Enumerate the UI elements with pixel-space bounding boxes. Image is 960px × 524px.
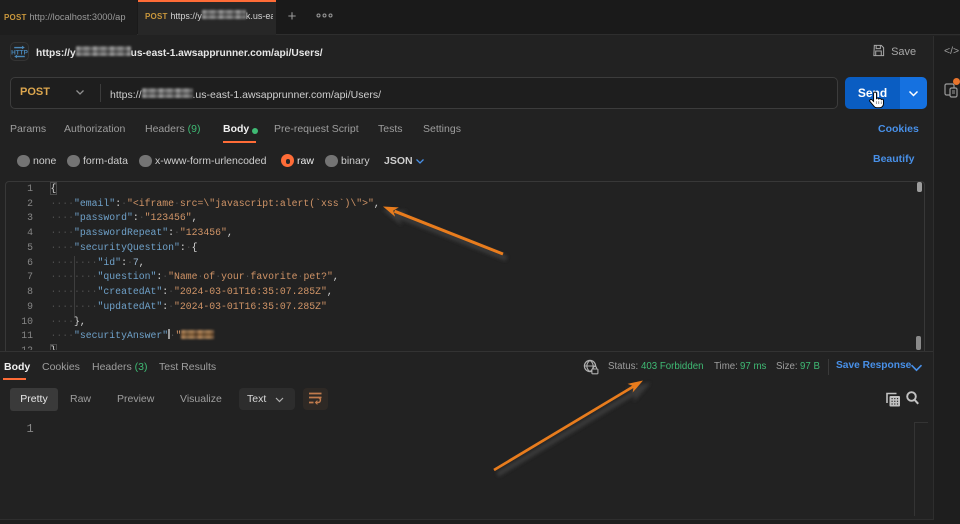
- svg-text:HTTP: HTTP: [11, 50, 28, 57]
